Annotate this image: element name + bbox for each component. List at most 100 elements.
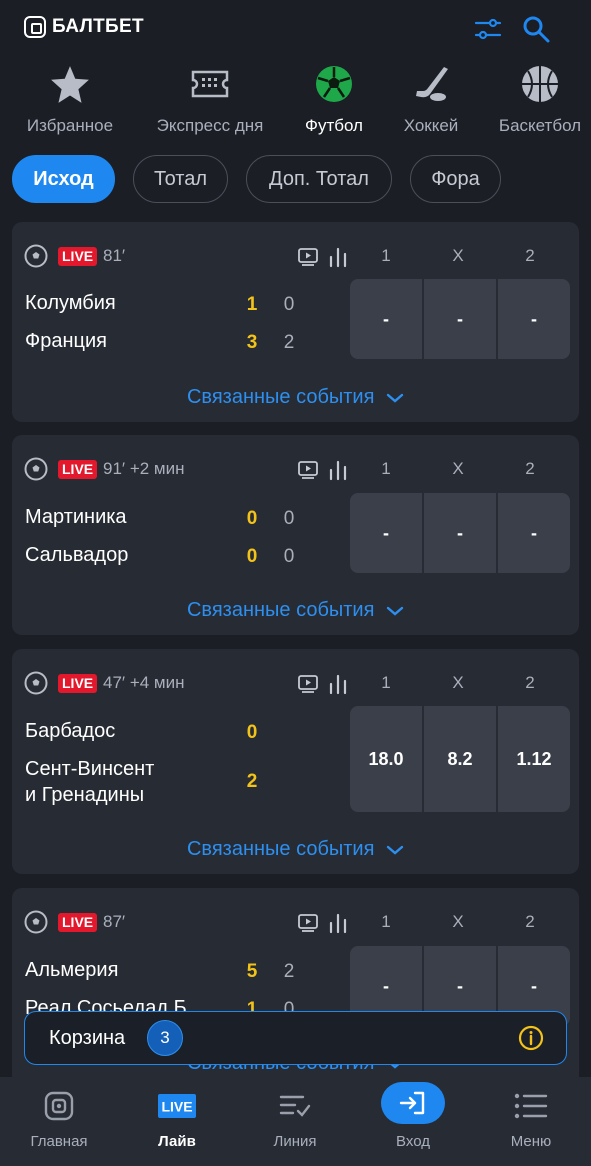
sport-label: Избранное bbox=[26, 116, 114, 135]
sport-hockey[interactable]: Хоккей bbox=[398, 62, 464, 136]
team-score: 0 bbox=[246, 722, 258, 743]
nav-menu[interactable]: Меню bbox=[481, 1089, 581, 1150]
odd-button-x[interactable]: - bbox=[424, 493, 496, 573]
stats-icon[interactable] bbox=[328, 246, 348, 268]
odd-button-2[interactable]: - bbox=[498, 493, 570, 573]
team-score-secondary: 0 bbox=[283, 294, 295, 315]
live-badge: LIVE bbox=[58, 247, 98, 266]
sport-basketball[interactable]: Баскетбол bbox=[494, 62, 586, 136]
nav-label: Главная bbox=[30, 1133, 88, 1150]
video-icon[interactable] bbox=[298, 914, 318, 932]
soccer-ball-icon bbox=[316, 66, 352, 102]
chevron-down-icon bbox=[386, 393, 404, 403]
sport-football[interactable]: Футбол bbox=[300, 62, 368, 136]
nav-home[interactable]: Главная bbox=[9, 1089, 109, 1150]
match-card: LIVE 81′ 1 X 2 Колумбия 1 0 Франция 3 2 … bbox=[12, 222, 579, 422]
odd-button-x[interactable]: 8.2 bbox=[424, 706, 496, 812]
odd-button-x[interactable]: - bbox=[424, 279, 496, 359]
nav-login[interactable]: Вход bbox=[363, 1082, 463, 1150]
team-score: 2 bbox=[246, 771, 258, 792]
team-name[interactable]: Франция bbox=[25, 328, 107, 354]
menu-icon bbox=[514, 1093, 548, 1119]
sport-label: Футбол bbox=[305, 116, 363, 135]
team-score-secondary: 2 bbox=[283, 332, 295, 353]
sport-favorites[interactable]: Избранное bbox=[22, 62, 118, 136]
chevron-down-icon bbox=[386, 845, 404, 855]
brand-logo[interactable]: БАЛТБЕТ bbox=[24, 16, 144, 38]
odd-button-1[interactable]: 18.0 bbox=[350, 706, 422, 812]
basketball-icon bbox=[522, 66, 558, 102]
team-name[interactable]: Сент-Винсент и Гренадины bbox=[25, 756, 154, 808]
team-score: 5 bbox=[246, 961, 258, 982]
nav-label: Лайв bbox=[158, 1133, 196, 1150]
odd-button-1[interactable]: - bbox=[350, 279, 422, 359]
bet-slip-bar[interactable]: Корзина 3 bbox=[24, 1011, 567, 1065]
column-2-label: 2 bbox=[525, 246, 535, 265]
soccer-ball-icon bbox=[24, 910, 48, 934]
live-icon: LIVE bbox=[158, 1094, 196, 1118]
list-check-icon bbox=[279, 1095, 311, 1117]
column-x-label: X bbox=[452, 673, 464, 692]
bet-slip-label: Корзина bbox=[49, 1027, 126, 1049]
odd-button-1[interactable]: - bbox=[350, 493, 422, 573]
login-icon bbox=[381, 1082, 445, 1124]
column-1-label: 1 bbox=[381, 673, 391, 692]
match-time: 47′ +4 мин bbox=[103, 673, 185, 692]
column-x-label: X bbox=[452, 912, 464, 931]
column-1-label: 1 bbox=[381, 912, 391, 931]
column-2-label: 2 bbox=[525, 673, 535, 692]
stats-icon[interactable] bbox=[328, 912, 348, 934]
team-score: 1 bbox=[246, 294, 258, 315]
app-header: БАЛТБЕТ bbox=[0, 0, 591, 58]
video-icon[interactable] bbox=[298, 461, 318, 479]
match-time: 87′ bbox=[103, 912, 126, 931]
related-events-link[interactable]: Связанные события bbox=[12, 386, 579, 409]
stats-icon[interactable] bbox=[328, 673, 348, 695]
nav-label: Вход bbox=[396, 1133, 430, 1150]
nav-live[interactable]: LIVE Лайв bbox=[127, 1089, 227, 1150]
team-name[interactable]: Сальвадор bbox=[25, 542, 128, 568]
soccer-ball-icon bbox=[24, 671, 48, 695]
video-icon[interactable] bbox=[298, 248, 318, 266]
ticket-icon bbox=[191, 70, 229, 98]
chip-extra-total[interactable]: Доп. Тотал bbox=[246, 155, 392, 203]
chip-outcome[interactable]: Исход bbox=[12, 155, 115, 203]
match-card: LIVE 91′ +2 мин 1 X 2 Мартиника 0 0 Саль… bbox=[12, 435, 579, 635]
stats-icon[interactable] bbox=[328, 459, 348, 481]
column-1-label: 1 bbox=[381, 459, 391, 478]
chip-total[interactable]: Тотал bbox=[133, 155, 228, 203]
team-name[interactable]: Мартиника bbox=[25, 504, 127, 530]
market-filter-chips: Исход Тотал Доп. Тотал Фора bbox=[12, 155, 501, 203]
home-icon bbox=[44, 1091, 74, 1121]
svg-text:LIVE: LIVE bbox=[161, 1099, 192, 1115]
sport-label: Баскетбол bbox=[498, 116, 582, 135]
related-events-link[interactable]: Связанные события bbox=[12, 838, 579, 861]
filter-sliders-icon[interactable] bbox=[473, 14, 503, 44]
logo-icon bbox=[24, 16, 46, 38]
team-name[interactable]: Альмерия bbox=[25, 957, 118, 983]
odd-button-2[interactable]: - bbox=[498, 279, 570, 359]
bet-slip-count-badge: 3 bbox=[147, 1020, 183, 1056]
soccer-ball-icon bbox=[24, 457, 48, 481]
bottom-navigation: Главная LIVE Лайв Линия Вход Меню bbox=[0, 1077, 591, 1166]
nav-line[interactable]: Линия bbox=[245, 1089, 345, 1150]
sport-express[interactable]: Экспресс дня bbox=[150, 62, 270, 136]
related-events-link[interactable]: Связанные события bbox=[12, 599, 579, 622]
star-icon bbox=[51, 66, 89, 103]
column-2-label: 2 bbox=[525, 912, 535, 931]
related-events-label: Связанные события bbox=[186, 386, 375, 408]
column-x-label: X bbox=[452, 459, 464, 478]
sport-label: Экспресс дня bbox=[156, 116, 264, 135]
chip-handicap[interactable]: Фора bbox=[410, 155, 501, 203]
related-events-label: Связанные события bbox=[186, 599, 375, 621]
info-icon[interactable] bbox=[518, 1025, 544, 1051]
odd-button-2[interactable]: 1.12 bbox=[498, 706, 570, 812]
team-name[interactable]: Колумбия bbox=[25, 290, 116, 316]
team-name[interactable]: Барбадос bbox=[25, 718, 115, 744]
related-events-label: Связанные события bbox=[186, 838, 375, 860]
match-time: 81′ bbox=[103, 246, 126, 265]
search-icon[interactable] bbox=[521, 14, 551, 44]
video-icon[interactable] bbox=[298, 675, 318, 693]
live-badge: LIVE bbox=[58, 460, 98, 479]
match-time: 91′ +2 мин bbox=[103, 459, 185, 478]
